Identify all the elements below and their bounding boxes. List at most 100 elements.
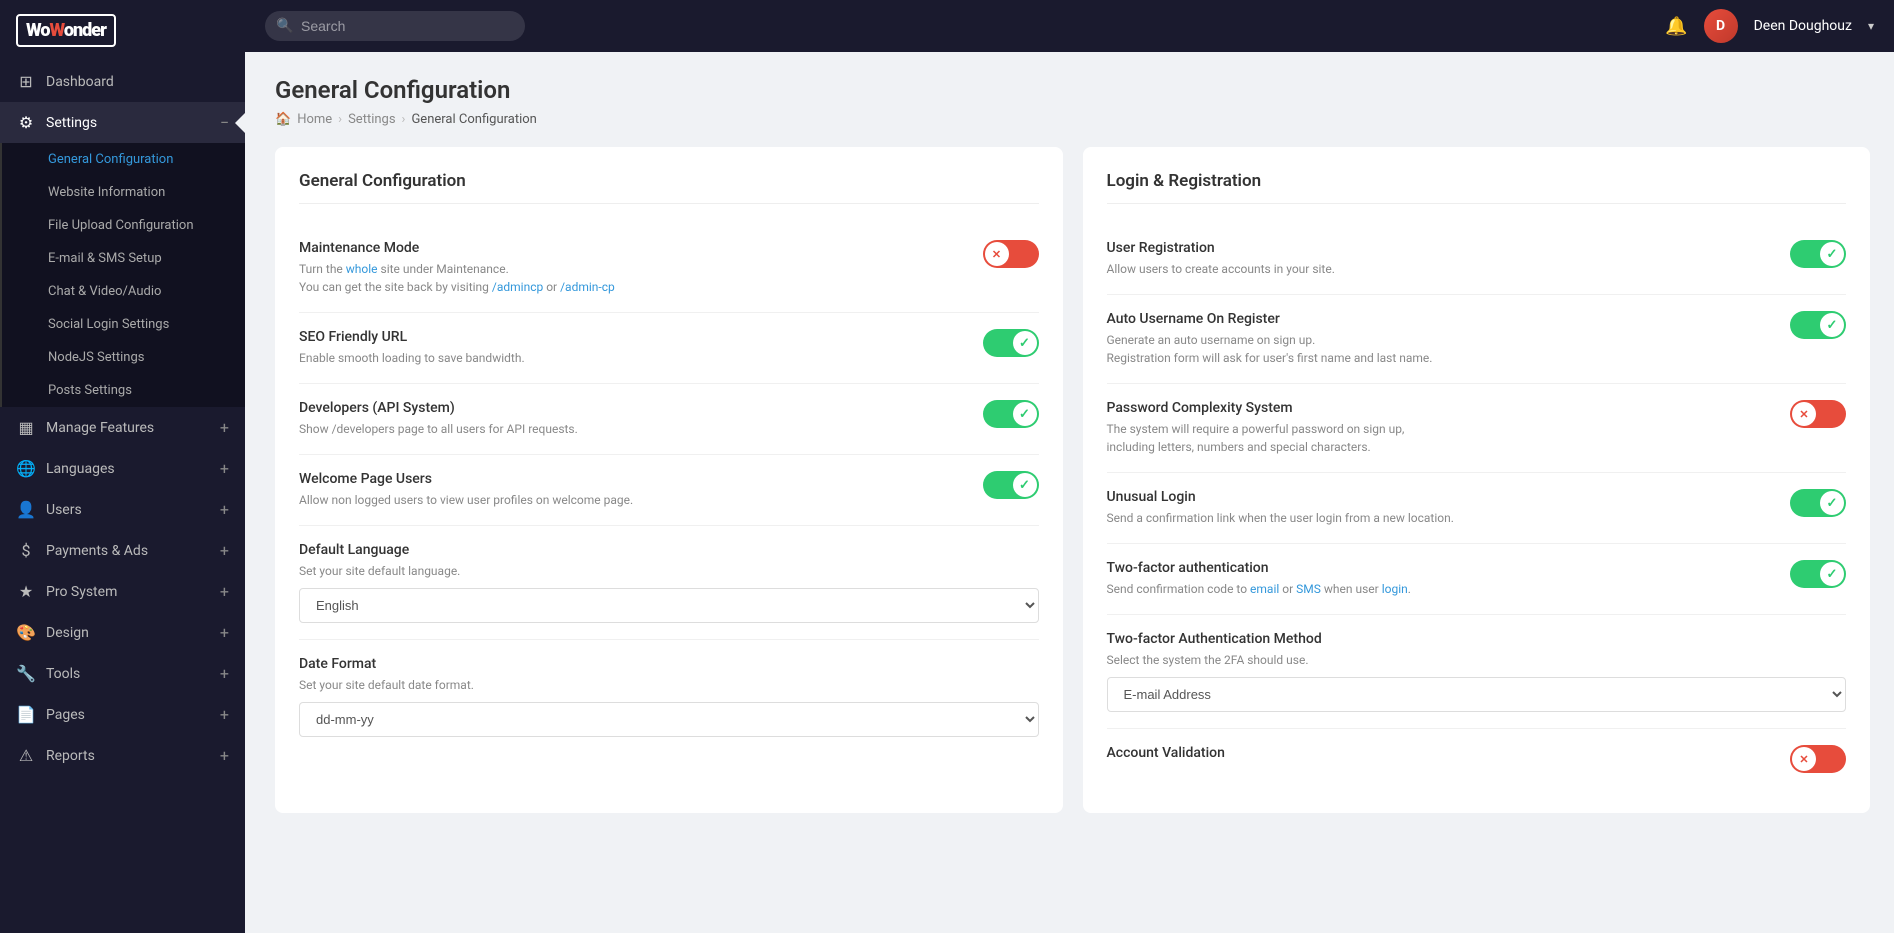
date-format-select[interactable]: dd-mm-yy mm-dd-yy yy-mm-dd dd/mm/yyyy mm… [299,702,1039,737]
setting-row-maintenance: Maintenance Mode Turn the whole site und… [299,224,1039,313]
toggle-knob [1013,331,1037,355]
sidebar-item-label: Languages [46,461,115,477]
setting-desc: Send confirmation code to email or SMS w… [1107,580,1775,598]
sidebar-sub-chat-video[interactable]: Chat & Video/Audio [2,275,245,308]
sidebar-item-design[interactable]: 🎨 Design + [0,612,245,653]
user-registration-toggle[interactable] [1790,240,1846,268]
dashboard-icon: ⊞ [16,72,36,91]
sidebar-item-users[interactable]: 👤 Users + [0,489,245,530]
settings-icon: ⚙ [16,113,36,132]
sidebar-item-pages[interactable]: 📄 Pages + [0,694,245,735]
setting-row-auto-username: Auto Username On Register Generate an au… [1107,295,1847,384]
search-wrapper: 🔍 [265,11,525,41]
breadcrumb-home[interactable]: Home [297,112,332,127]
two-factor-toggle[interactable] [1790,560,1846,588]
toggle-knob [1013,473,1037,497]
seo-toggle[interactable] [983,329,1039,357]
maintenance-toggle[interactable] [983,240,1039,268]
sidebar-sub-file-upload[interactable]: File Upload Configuration [2,209,245,242]
content-area: General Configuration 🏠 Home › Settings … [245,52,1894,933]
toggle-knob [1820,491,1844,515]
sidebar-item-label: Reports [46,748,95,764]
toggle-knob [1820,313,1844,337]
setting-desc: Send a confirmation link when the user l… [1107,509,1775,527]
toggle-knob [985,242,1009,266]
welcome-page-toggle[interactable] [983,471,1039,499]
setting-label: Developers (API System) [299,400,967,416]
sidebar-item-label: Design [46,625,89,641]
sidebar-item-languages[interactable]: 🌐 Languages + [0,448,245,489]
design-icon: 🎨 [16,623,36,642]
search-input[interactable] [265,11,525,41]
setting-label: Password Complexity System [1107,400,1775,416]
sidebar-item-label: Users [46,502,82,518]
sidebar-sub-website-info[interactable]: Website Information [2,176,245,209]
sidebar-item-label: Dashboard [46,74,114,90]
reports-icon: ⚠ [16,746,36,765]
setting-desc: Allow non logged users to view user prof… [299,491,967,509]
expand-icon: + [220,664,229,683]
sidebar-item-reports[interactable]: ⚠ Reports + [0,735,245,776]
languages-icon: 🌐 [16,459,36,478]
settings-submenu: General Configuration Website Informatio… [0,143,245,407]
auto-username-toggle[interactable] [1790,311,1846,339]
sidebar-item-pro-system[interactable]: ★ Pro System + [0,571,245,612]
default-language-label: Default Language [299,542,1039,558]
sidebar-sub-nodejs[interactable]: NodeJS Settings [2,341,245,374]
sidebar-item-label: Manage Features [46,420,154,436]
sidebar-item-label: Payments & Ads [46,543,148,559]
setting-label: SEO Friendly URL [299,329,967,345]
sidebar-item-label: Pages [46,707,85,723]
setting-label: Welcome Page Users [299,471,967,487]
setting-label: Two-factor authentication [1107,560,1775,576]
setting-row-two-factor-method: Two-factor Authentication Method Select … [1107,615,1847,729]
toggle-knob [1792,747,1816,771]
expand-icon: + [220,541,229,560]
sidebar-sub-email-sms[interactable]: E-mail & SMS Setup [2,242,245,275]
setting-row-welcome: Welcome Page Users Allow non logged user… [299,455,1039,526]
setting-desc: The system will require a powerful passw… [1107,420,1775,456]
toggle-knob [1013,402,1037,426]
home-icon: 🏠 [275,112,291,127]
sidebar-item-dashboard[interactable]: ⊞ Dashboard [0,61,245,102]
breadcrumb-settings[interactable]: Settings [348,112,395,127]
account-validation-toggle[interactable] [1790,745,1846,773]
sidebar-sub-posts-settings[interactable]: Posts Settings [2,374,245,407]
left-panel-title: General Configuration [299,171,1039,204]
default-language-select[interactable]: English French Spanish Arabic German [299,588,1039,623]
toggle-knob [1792,402,1816,426]
avatar: D [1704,9,1738,43]
user-name[interactable]: Deen Doughouz [1754,18,1852,34]
sidebar-item-manage-features[interactable]: ▦ Manage Features + [0,407,245,448]
setting-desc: Enable smooth loading to save bandwidth. [299,349,967,367]
user-dropdown-caret[interactable]: ▾ [1868,19,1874,33]
setting-row-seo: SEO Friendly URL Enable smooth loading t… [299,313,1039,384]
setting-row-language: Default Language Set your site default l… [299,526,1039,640]
developers-toggle[interactable] [983,400,1039,428]
users-icon: 👤 [16,500,36,519]
two-factor-method-select[interactable]: E-mail Address SMS Both [1107,677,1847,712]
sidebar-item-tools[interactable]: 🔧 Tools + [0,653,245,694]
setting-desc: Allow users to create accounts in your s… [1107,260,1775,278]
main-area: 🔍 🔔 D Deen Doughouz ▾ General Configurat… [245,0,1894,933]
pro-icon: ★ [16,582,36,601]
expand-icon: + [220,623,229,642]
logo[interactable]: WoWonder [0,0,245,61]
sidebar-item-settings[interactable]: ⚙ Settings − [0,102,245,143]
setting-label: Account Validation [1107,745,1775,761]
sidebar: WoWonder ⊞ Dashboard ⚙ Settings − Genera… [0,0,245,933]
setting-info: SEO Friendly URL Enable smooth loading t… [299,329,967,367]
left-panel: General Configuration Maintenance Mode T… [275,147,1063,813]
sidebar-item-label: Settings [46,115,97,131]
unusual-login-toggle[interactable] [1790,489,1846,517]
sidebar-sub-social-login[interactable]: Social Login Settings [2,308,245,341]
setting-label: Maintenance Mode [299,240,967,256]
password-complexity-toggle[interactable] [1790,400,1846,428]
panels-row: General Configuration Maintenance Mode T… [275,147,1870,813]
expand-icon: + [220,418,229,437]
setting-row-date-format: Date Format Set your site default date f… [299,640,1039,753]
sidebar-sub-general-config[interactable]: General Configuration [2,143,245,176]
sidebar-item-payments-ads[interactable]: $ Payments & Ads + [0,530,245,571]
notification-bell-icon[interactable]: 🔔 [1665,16,1687,37]
setting-info: Date Format Set your site default date f… [299,656,1039,737]
